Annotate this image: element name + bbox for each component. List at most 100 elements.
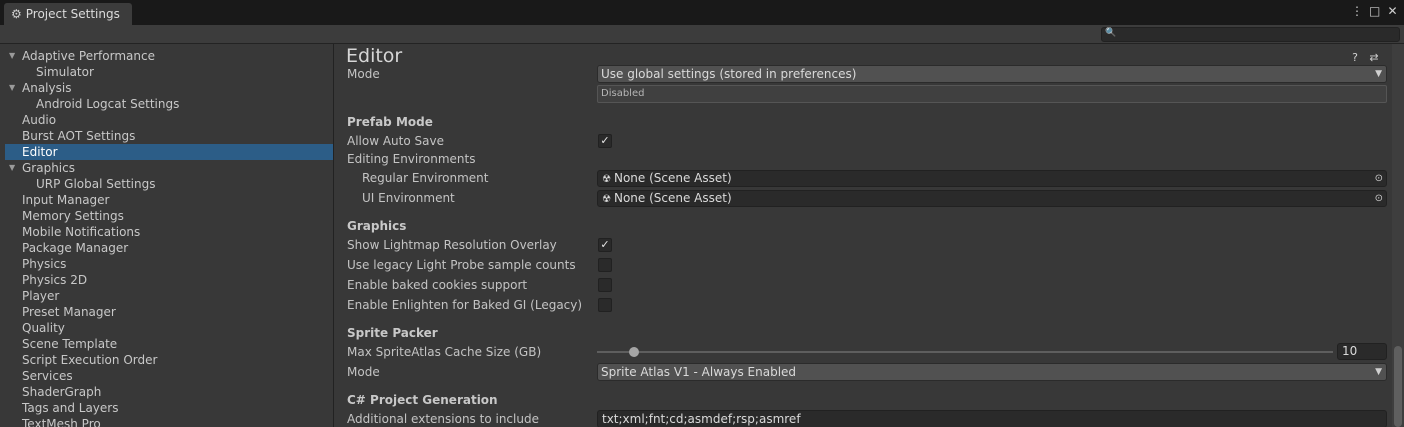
object-picker-icon[interactable]: ⊙ [1375,191,1383,206]
search-row: 🔍 [0,25,1404,44]
show-lightmap-checkbox[interactable]: ✓ [598,238,612,252]
sprite-mode-label: Mode [347,365,380,379]
legacy-light-probe-checkbox[interactable] [598,258,612,272]
sidebar-item-player[interactable]: Player [5,288,333,304]
scene-asset-icon: ☢ [602,194,611,205]
sidebar-item-label: Burst AOT Settings [22,129,136,143]
legacy-light-probe-label: Use legacy Light Probe sample counts [347,258,576,272]
sidebar-item-editor[interactable]: Editor [5,144,333,160]
maximize-icon[interactable]: □ [1369,4,1380,18]
scrollbar[interactable] [1392,44,1404,427]
sidebar-item-label: Memory Settings [22,209,124,223]
sprite-mode-value: Sprite Atlas V1 - Always Enabled [601,365,797,379]
scene-asset-icon: ☢ [602,174,611,185]
sidebar-item-label: Mobile Notifications [22,225,141,239]
sidebar-item-physics[interactable]: Physics [5,256,333,272]
sidebar-item-urp-global-settings[interactable]: URP Global Settings [5,176,333,192]
regular-environment-field[interactable]: ☢ None (Scene Asset) ⊙ [597,170,1387,187]
sidebar-item-burst-aot-settings[interactable]: Burst AOT Settings [5,128,333,144]
sidebar-item-label: Input Manager [22,193,110,207]
expand-arrow-icon[interactable]: ▼ [9,160,15,176]
sidebar-item-label: Editor [22,145,58,159]
sidebar-item-label: Simulator [36,65,94,79]
gear-icon: ⚙ [11,7,22,21]
sidebar-item-label: Preset Manager [22,305,116,319]
sidebar-item-label: Player [22,289,60,303]
sidebar-item-tags-and-layers[interactable]: Tags and Layers [5,400,333,416]
mode-label: Mode [347,67,380,81]
sprite-packer-heading: Sprite Packer [347,326,438,340]
window-controls: ⋮ □ ✕ [1351,4,1398,18]
sprite-mode-dropdown[interactable]: Sprite Atlas V1 - Always Enabled ▼ [597,363,1387,381]
chevron-down-icon: ▼ [1375,367,1382,377]
cache-size-slider-handle[interactable] [628,347,639,357]
allow-auto-save-label: Allow Auto Save [347,134,444,148]
search-input[interactable]: 🔍 [1101,27,1400,42]
enlighten-checkbox[interactable] [598,298,612,312]
expand-arrow-icon[interactable]: ▼ [9,80,15,96]
sidebar-item-script-execution-order[interactable]: Script Execution Order [5,352,333,368]
sidebar-item-shadergraph[interactable]: ShaderGraph [5,384,333,400]
expand-arrow-icon[interactable]: ▼ [9,48,15,64]
sidebar-item-physics-2d[interactable]: Physics 2D [5,272,333,288]
ui-environment-value: None (Scene Asset) [613,191,732,205]
window-tab-strip: ⚙ Project Settings ⋮ □ ✕ [0,0,1404,25]
extensions-input[interactable]: txt;xml;fnt;cd;asmdef;rsp;asmref [597,410,1387,427]
chevron-down-icon: ▼ [1375,69,1382,79]
cache-size-input[interactable]: 10 [1337,343,1387,360]
sidebar-item-label: Physics [22,257,67,271]
object-picker-icon[interactable]: ⊙ [1375,171,1383,186]
baked-cookies-checkbox[interactable] [598,278,612,292]
more-icon[interactable]: ⋮ [1351,4,1363,18]
scrollbar-thumb[interactable] [1394,346,1402,427]
header-icons: ? ⇄ ⋮ [1350,51,1399,64]
regular-environment-label: Regular Environment [362,171,489,185]
tab-title: Project Settings [25,7,120,21]
cache-size-label: Max SpriteAtlas Cache Size (GB) [347,345,542,359]
tab-project-settings[interactable]: ⚙ Project Settings [4,3,132,25]
mode-dropdown[interactable]: Use global settings (stored in preferenc… [597,65,1387,83]
sidebar-item-android-logcat-settings[interactable]: Android Logcat Settings [5,96,333,112]
sidebar-item-label: Scene Template [22,337,118,351]
sidebar-item-label: Audio [22,113,57,127]
ui-environment-field[interactable]: ☢ None (Scene Asset) ⊙ [597,190,1387,207]
sidebar-item-label: Script Execution Order [22,353,158,367]
sidebar-item-label: ShaderGraph [22,385,102,399]
sidebar-item-quality[interactable]: Quality [5,320,333,336]
help-icon[interactable]: ? [1350,51,1360,64]
sidebar-item-label: URP Global Settings [36,177,156,191]
mode-dropdown-value: Use global settings (stored in preferenc… [601,67,857,81]
sidebar-item-analysis[interactable]: ▼ Analysis [5,80,333,96]
enlighten-label: Enable Enlighten for Baked GI (Legacy) [347,298,583,312]
allow-auto-save-checkbox[interactable]: ✓ [598,134,612,148]
close-icon[interactable]: ✕ [1387,4,1398,18]
sidebar-item-input-manager[interactable]: Input Manager [5,192,333,208]
sidebar-item-package-manager[interactable]: Package Manager [5,240,333,256]
sidebar-item-preset-manager[interactable]: Preset Manager [5,304,333,320]
editing-environments-label: Editing Environments [347,152,476,166]
sidebar-item-label: Analysis [22,81,72,95]
sidebar-item-label: Physics 2D [22,273,88,287]
sidebar-item-adaptive-performance[interactable]: ▼ Adaptive Performance [5,48,333,64]
sidebar-item-scene-template[interactable]: Scene Template [5,336,333,352]
prefab-mode-heading: Prefab Mode [347,115,433,129]
sidebar-item-simulator[interactable]: Simulator [5,64,333,80]
sidebar-item-label: TextMesh Pro [22,417,101,427]
sidebar-item-mobile-notifications[interactable]: Mobile Notifications [5,224,333,240]
sidebar-item-audio[interactable]: Audio [5,112,333,128]
search-icon: 🔍 [1105,28,1117,38]
ui-environment-label: UI Environment [362,191,455,205]
sidebar-item-graphics[interactable]: ▼ Graphics [5,160,333,176]
baked-cookies-label: Enable baked cookies support [347,278,528,292]
mode-status: Disabled [597,85,1387,103]
editor-settings-panel: Editor ? ⇄ ⋮ Mode Use global settings (s… [335,44,1404,427]
cache-size-slider[interactable] [597,351,1333,353]
preset-icon[interactable]: ⇄ [1369,51,1379,64]
sidebar-item-label: Services [22,369,73,383]
sidebar-item-label: Adaptive Performance [22,49,155,63]
sidebar-item-textmesh-pro[interactable]: TextMesh Pro [5,416,333,427]
sidebar-item-services[interactable]: Services [5,368,333,384]
extensions-label: Additional extensions to include [347,412,539,426]
sidebar-item-memory-settings[interactable]: Memory Settings [5,208,333,224]
sidebar-item-label: Tags and Layers [22,401,119,415]
